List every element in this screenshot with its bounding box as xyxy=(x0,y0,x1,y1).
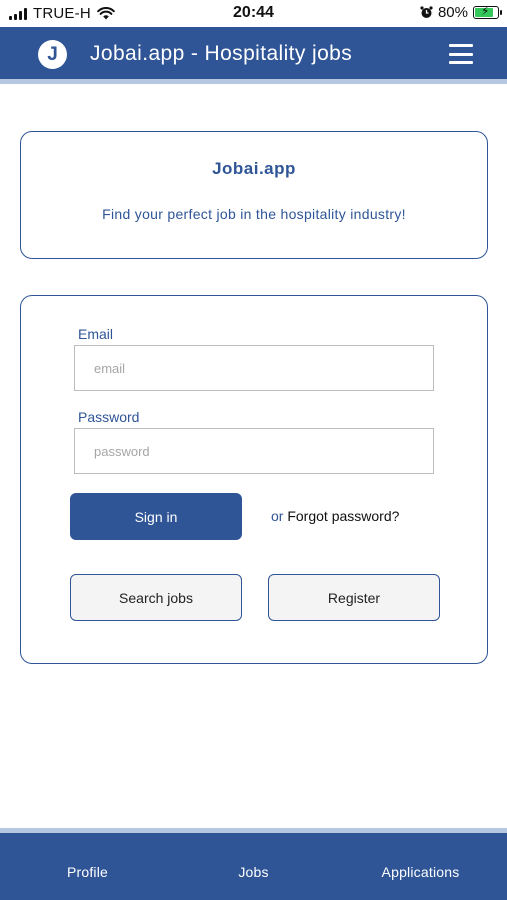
login-card: Email Password Sign in or Forgot passwor… xyxy=(20,295,488,664)
battery-percent: 80% xyxy=(437,4,468,21)
or-text: or xyxy=(271,508,284,524)
app-logo[interactable]: J xyxy=(38,40,67,69)
nav-item-profile[interactable]: Profile xyxy=(3,864,172,880)
hamburger-menu-icon[interactable] xyxy=(449,44,473,64)
bottom-nav: Profile Jobs Applications xyxy=(0,828,507,900)
header-title: Jobai.app - Hospitality jobs xyxy=(90,42,353,65)
register-button[interactable]: Register xyxy=(268,574,440,621)
app-header: J Jobai.app - Hospitality jobs xyxy=(0,27,507,84)
status-right: 80% ⚡ xyxy=(420,4,502,21)
forgot-password-link[interactable]: Forgot password? xyxy=(287,508,399,524)
alarm-icon xyxy=(420,6,433,18)
password-field[interactable] xyxy=(74,428,434,474)
intro-card: Jobai.app Find your perfect job in the h… xyxy=(20,131,488,259)
intro-title: Jobai.app xyxy=(212,159,296,178)
bolt-icon: ⚡ xyxy=(481,4,490,18)
forgot-password-row: or Forgot password? xyxy=(271,508,399,524)
email-label: Email xyxy=(78,326,114,342)
nav-item-applications[interactable]: Applications xyxy=(336,864,505,880)
search-jobs-button[interactable]: Search jobs xyxy=(70,574,242,621)
intro-subtitle: Find your perfect job in the hospitality… xyxy=(102,206,406,222)
email-field[interactable] xyxy=(74,345,434,391)
battery-charging-icon: ⚡ xyxy=(473,4,502,19)
status-bar: TRUE-H 20:44 80% ⚡ xyxy=(0,0,507,27)
sign-in-button[interactable]: Sign in xyxy=(70,493,242,540)
password-label: Password xyxy=(78,409,140,425)
nav-item-jobs[interactable]: Jobs xyxy=(169,864,338,880)
